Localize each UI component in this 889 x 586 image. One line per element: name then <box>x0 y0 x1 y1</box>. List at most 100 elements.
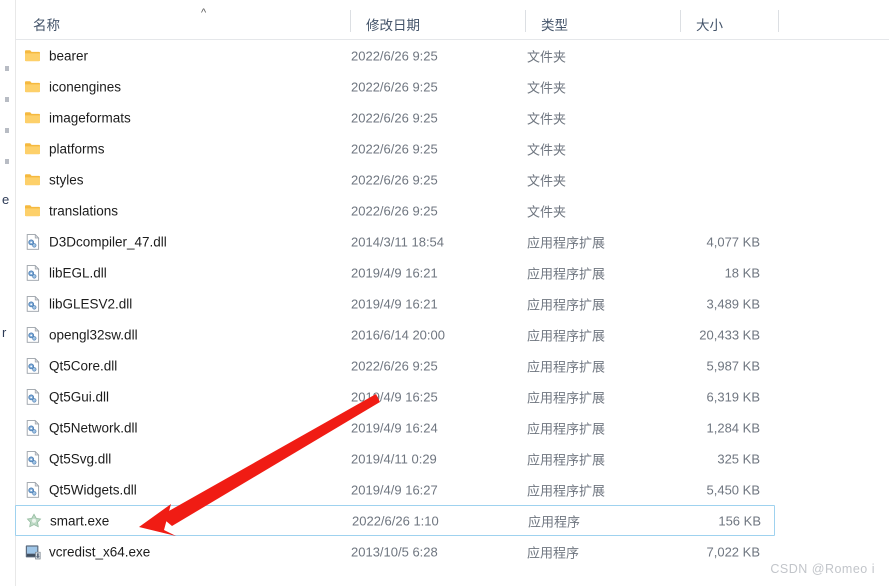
date-modified-cell: 2022/6/26 9:25 <box>351 110 438 125</box>
table-row[interactable]: Qt5Gui.dll 2019/4/9 16:25 应用程序扩展 6,319 KB <box>15 381 775 412</box>
file-size-cell: 20,433 KB <box>699 327 760 342</box>
tree-node-marker <box>5 128 9 133</box>
folder-icon <box>24 171 42 189</box>
table-row[interactable]: Qt5Svg.dll 2019/4/11 0:29 应用程序扩展 325 KB <box>15 443 775 474</box>
table-row[interactable]: styles 2022/6/26 9:25 文件夹 <box>15 164 775 195</box>
dll-icon <box>24 295 42 313</box>
file-name-cell[interactable]: Qt5Network.dll <box>49 420 138 435</box>
table-row[interactable]: libGLESV2.dll 2019/4/9 16:21 应用程序扩展 3,489 K… <box>15 288 775 319</box>
file-type-cell: 文件夹 <box>527 142 567 157</box>
date-modified-cell: 2022/6/26 9:25 <box>351 141 438 156</box>
file-size-cell: 5,450 KB <box>706 482 761 497</box>
file-name-cell[interactable]: translations <box>49 203 118 218</box>
date-modified-cell: 2022/6/26 9:25 <box>351 172 438 187</box>
file-name-cell[interactable]: platforms <box>49 141 105 156</box>
file-type-cell: 文件夹 <box>527 80 567 95</box>
file-size-cell: 156 KB <box>718 513 761 528</box>
file-size-cell: 7,022 KB <box>706 544 761 559</box>
tree-label-fragment-1: e <box>2 192 10 207</box>
table-row[interactable]: imageformats 2022/6/26 9:25 文件夹 <box>15 102 775 133</box>
table-row[interactable]: Qt5Network.dll 2019/4/9 16:24 应用程序扩展 1,284 … <box>15 412 775 443</box>
file-type-cell: 文件夹 <box>527 173 567 188</box>
date-modified-cell: 2019/4/11 0:29 <box>351 451 437 466</box>
date-modified-cell: 2022/6/26 9:25 <box>351 48 438 63</box>
dll-icon <box>24 419 42 437</box>
file-name-cell[interactable]: imageformats <box>49 110 131 125</box>
file-name-cell[interactable]: iconengines <box>49 79 121 94</box>
file-type-cell: 应用程序扩展 <box>527 421 606 436</box>
file-name-cell[interactable]: Qt5Svg.dll <box>49 451 111 466</box>
file-type-cell: 应用程序 <box>528 514 581 529</box>
dll-icon <box>24 233 42 251</box>
table-row[interactable]: Qt5Widgets.dll 2019/4/9 16:27 应用程序扩展 5,450 … <box>15 474 775 505</box>
date-modified-cell: 2019/4/9 16:27 <box>351 482 438 497</box>
column-divider[interactable] <box>778 10 779 32</box>
column-divider[interactable] <box>680 10 681 32</box>
file-size-cell: 4,077 KB <box>706 234 761 249</box>
file-size-cell: 1,284 KB <box>706 420 761 435</box>
table-row[interactable]: libEGL.dll 2019/4/9 16:21 应用程序扩展 18 KB <box>15 257 775 288</box>
tree-node-marker <box>5 159 9 164</box>
column-header-size[interactable]: 大小 <box>696 14 723 34</box>
column-header-bar: 名称 ^ 修改日期 类型 大小 <box>15 0 889 39</box>
file-size-cell: 325 KB <box>717 451 760 466</box>
file-type-cell: 应用程序扩展 <box>527 359 606 374</box>
file-type-cell: 应用程序扩展 <box>527 266 606 281</box>
file-name-cell[interactable]: styles <box>49 172 84 187</box>
truncated-tree-pane: e r <box>0 0 16 586</box>
file-type-cell: 应用程序扩展 <box>527 235 606 250</box>
date-modified-cell: 2022/6/26 9:25 <box>351 358 438 373</box>
file-name-cell[interactable]: vcredist_x64.exe <box>49 544 150 559</box>
file-size-cell: 18 KB <box>724 265 760 280</box>
column-divider[interactable] <box>350 10 351 32</box>
file-name-cell[interactable]: libGLESV2.dll <box>49 296 132 311</box>
tree-label-fragment-2: r <box>2 325 7 340</box>
file-type-cell: 应用程序扩展 <box>527 328 606 343</box>
column-divider[interactable] <box>525 10 526 32</box>
date-modified-cell: 2022/6/26 1:10 <box>352 513 439 528</box>
table-row[interactable]: vcredist_x64.exe 2013/10/5 6:28 应用程序 7,022 … <box>15 536 775 567</box>
file-name-cell[interactable]: D3Dcompiler_47.dll <box>49 234 167 249</box>
tree-node-marker <box>5 66 9 71</box>
table-row[interactable]: iconengines 2022/6/26 9:25 文件夹 <box>15 71 775 102</box>
column-header-name[interactable]: 名称 <box>33 14 60 34</box>
date-modified-cell: 2013/10/5 6:28 <box>351 544 438 559</box>
table-row[interactable]: translations 2022/6/26 9:25 文件夹 <box>15 195 775 226</box>
dll-icon <box>24 326 42 344</box>
date-modified-cell: 2019/4/9 16:21 <box>351 296 438 311</box>
folder-icon <box>24 140 42 158</box>
folder-icon <box>24 109 42 127</box>
folder-icon <box>24 47 42 65</box>
column-header-type[interactable]: 类型 <box>541 14 568 34</box>
folder-icon <box>24 202 42 220</box>
file-name-cell[interactable]: Qt5Core.dll <box>49 358 117 373</box>
table-row[interactable]: bearer 2022/6/26 9:25 文件夹 <box>15 40 775 71</box>
file-name-cell[interactable]: opengl32sw.dll <box>49 327 138 342</box>
file-size-cell: 3,489 KB <box>706 296 761 311</box>
file-name-cell[interactable]: libEGL.dll <box>49 265 107 280</box>
file-type-cell: 应用程序扩展 <box>527 297 606 312</box>
file-name-cell[interactable]: bearer <box>49 48 88 63</box>
file-name-cell[interactable]: Qt5Widgets.dll <box>49 482 137 497</box>
table-row[interactable]: Qt5Core.dll 2022/6/26 9:25 应用程序扩展 5,987 KB <box>15 350 775 381</box>
table-row[interactable]: D3Dcompiler_47.dll 2014/3/11 18:54 应用程序扩展 4… <box>15 226 775 257</box>
exe-icon <box>25 512 43 530</box>
sort-ascending-icon: ^ <box>201 7 207 19</box>
column-header-date-modified[interactable]: 修改日期 <box>366 14 420 34</box>
table-row[interactable]: opengl32sw.dll 2016/6/14 20:00 应用程序扩展 20,43… <box>15 319 775 350</box>
table-row[interactable]: platforms 2022/6/26 9:25 文件夹 <box>15 133 775 164</box>
file-type-cell: 应用程序 <box>527 545 580 560</box>
date-modified-cell: 2019/4/9 16:24 <box>351 420 438 435</box>
date-modified-cell: 2022/6/26 9:25 <box>351 79 438 94</box>
file-name-cell[interactable]: smart.exe <box>50 513 109 528</box>
date-modified-cell: 2022/6/26 9:25 <box>351 203 438 218</box>
installer-icon <box>24 543 42 561</box>
table-row[interactable]: smart.exe 2022/6/26 1:10 应用程序 156 KB <box>15 505 775 536</box>
dll-icon <box>24 264 42 282</box>
date-modified-cell: 2019/4/9 16:25 <box>351 389 438 404</box>
file-type-cell: 应用程序扩展 <box>527 390 606 405</box>
file-name-cell[interactable]: Qt5Gui.dll <box>49 389 109 404</box>
tree-node-marker <box>5 97 9 102</box>
dll-icon <box>24 388 42 406</box>
dll-icon <box>24 357 42 375</box>
